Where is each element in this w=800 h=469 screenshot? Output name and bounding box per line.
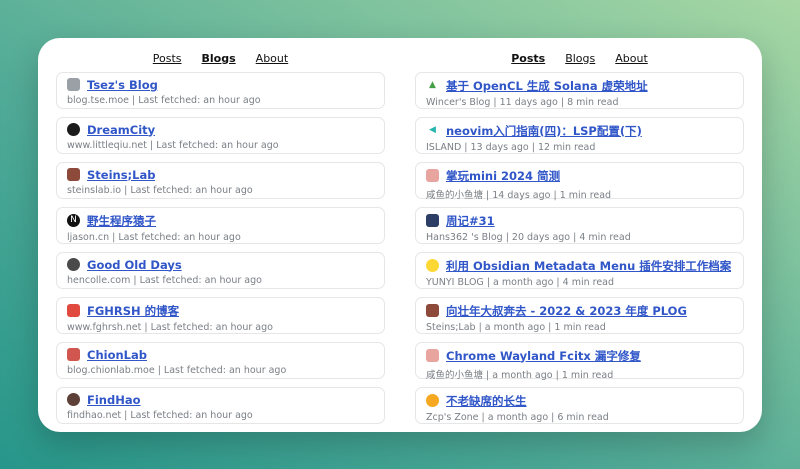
post-link[interactable]: 掌玩mini 2024 简测 (446, 168, 560, 184)
blogs-nav: Posts Blogs About (56, 46, 385, 72)
blog-link[interactable]: FGHRSH 的博客 (87, 303, 179, 319)
blog-meta: www.fghrsh.net | Last fetched: an hour a… (67, 322, 374, 333)
avatar-favicon-icon (67, 348, 80, 361)
blog-meta: findhao.net | Last fetched: an hour ago (67, 410, 374, 421)
post-card: 不老缺席的长生 Zcp's Zone | a month ago | 6 min… (415, 387, 744, 424)
post-card: Chrome Wayland Fcitx 漏字修复 咸鱼的小鱼塘 | a mon… (415, 342, 744, 379)
post-link[interactable]: Chrome Wayland Fcitx 漏字修复 (446, 348, 641, 364)
site-favicon-icon (67, 168, 80, 181)
photo-favicon-icon (426, 349, 439, 362)
nav-posts-link[interactable]: Posts (153, 52, 182, 65)
post-meta: Steins;Lab | a month ago | 1 min read (426, 322, 733, 333)
blog-link[interactable]: DreamCity (87, 123, 155, 137)
laptop-favicon-icon (426, 214, 439, 227)
post-card: ▲ 基于 OpenCL 生成 Solana 虚荣地址 Wincer's Blog… (415, 72, 744, 109)
blog-meta: ljason.cn | Last fetched: an hour ago (67, 232, 374, 243)
paper-plane-favicon-icon: ◀ (426, 124, 439, 137)
shield-favicon-icon (67, 304, 80, 317)
post-meta: Zcp's Zone | a month ago | 6 min read (426, 412, 733, 423)
blogs-column: Posts Blogs About Tsez's Blog blog.tse.m… (56, 46, 385, 422)
post-card: 掌玩mini 2024 简测 咸鱼的小鱼塘 | 14 days ago | 1 … (415, 162, 744, 199)
avatar-favicon-icon (426, 304, 439, 317)
blog-meta: steinslab.io | Last fetched: an hour ago (67, 185, 374, 196)
blog-meta: hencolle.com | Last fetched: an hour ago (67, 275, 374, 286)
posts-column: Posts Blogs About ▲ 基于 OpenCL 生成 Solana … (415, 46, 744, 422)
post-card: ◀ neovim入门指南(四)：LSP配置(下) ISLAND | 13 day… (415, 117, 744, 154)
yellow-ball-favicon-icon (426, 259, 439, 272)
blog-card: FGHRSH 的博客 www.fghrsh.net | Last fetched… (56, 297, 385, 334)
nav-blogs-link[interactable]: Blogs (202, 52, 236, 65)
post-meta: Hans362 's Blog | 20 days ago | 4 min re… (426, 232, 733, 243)
post-card: 利用 Obsidian Metadata Menu 插件安排工作档案 YUNYI… (415, 252, 744, 289)
nav-posts-link[interactable]: Posts (511, 52, 545, 65)
post-meta: 咸鱼的小鱼塘 | a month ago | 1 min read (426, 367, 733, 381)
post-link[interactable]: 向壮年大叔奔去 - 2022 & 2023 年度 PLOG (446, 303, 687, 319)
site-favicon-icon: N (67, 214, 80, 227)
blog-link[interactable]: Steins;Lab (87, 168, 155, 182)
nav-about-link[interactable]: About (256, 52, 289, 65)
blog-card: N 野生程序猿子 ljason.cn | Last fetched: an ho… (56, 207, 385, 244)
blog-link[interactable]: Tsez's Blog (87, 78, 158, 92)
site-favicon-icon (67, 78, 80, 91)
blog-meta: blog.chionlab.moe | Last fetched: an hou… (67, 365, 374, 376)
post-card: 向壮年大叔奔去 - 2022 & 2023 年度 PLOG Steins;Lab… (415, 297, 744, 334)
globe-favicon-icon (67, 258, 80, 271)
blog-card: Steins;Lab steinslab.io | Last fetched: … (56, 162, 385, 199)
blog-card: DreamCity www.littleqiu.net | Last fetch… (56, 117, 385, 154)
posts-nav: Posts Blogs About (415, 46, 744, 72)
post-card: 周记#31 Hans362 's Blog | 20 days ago | 4 … (415, 207, 744, 244)
nav-blogs-link[interactable]: Blogs (565, 52, 595, 65)
post-link[interactable]: neovim入门指南(四)：LSP配置(下) (446, 123, 642, 139)
hat-favicon-icon (67, 393, 80, 406)
blog-card: Tsez's Blog blog.tse.moe | Last fetched:… (56, 72, 385, 109)
blog-meta: www.littleqiu.net | Last fetched: an hou… (67, 140, 374, 151)
post-meta: ISLAND | 13 days ago | 12 min read (426, 142, 733, 153)
photo-favicon-icon (426, 169, 439, 182)
post-link[interactable]: 基于 OpenCL 生成 Solana 虚荣地址 (446, 78, 648, 94)
blog-link[interactable]: ChionLab (87, 348, 147, 362)
blog-card: Good Old Days hencolle.com | Last fetche… (56, 252, 385, 289)
post-link[interactable]: 周记#31 (446, 213, 495, 229)
post-meta: 咸鱼的小鱼塘 | 14 days ago | 1 min read (426, 187, 733, 201)
blog-link[interactable]: FindHao (87, 393, 141, 407)
nav-about-link[interactable]: About (615, 52, 648, 65)
main-card: Posts Blogs About Tsez's Blog blog.tse.m… (38, 38, 762, 432)
post-meta: Wincer's Blog | 11 days ago | 8 min read (426, 97, 733, 108)
post-link[interactable]: 利用 Obsidian Metadata Menu 插件安排工作档案 (446, 258, 731, 274)
orange-ball-favicon-icon (426, 394, 439, 407)
triangle-favicon-icon: ▲ (426, 79, 439, 92)
blog-link[interactable]: 野生程序猿子 (87, 213, 156, 229)
post-link[interactable]: 不老缺席的长生 (446, 393, 527, 409)
blog-link[interactable]: Good Old Days (87, 258, 182, 272)
post-meta: YUNYI BLOG | a month ago | 4 min read (426, 277, 733, 288)
blog-card: ChionLab blog.chionlab.moe | Last fetche… (56, 342, 385, 379)
blog-card: FindHao findhao.net | Last fetched: an h… (56, 387, 385, 424)
site-favicon-icon (67, 123, 80, 136)
blog-meta: blog.tse.moe | Last fetched: an hour ago (67, 95, 374, 106)
